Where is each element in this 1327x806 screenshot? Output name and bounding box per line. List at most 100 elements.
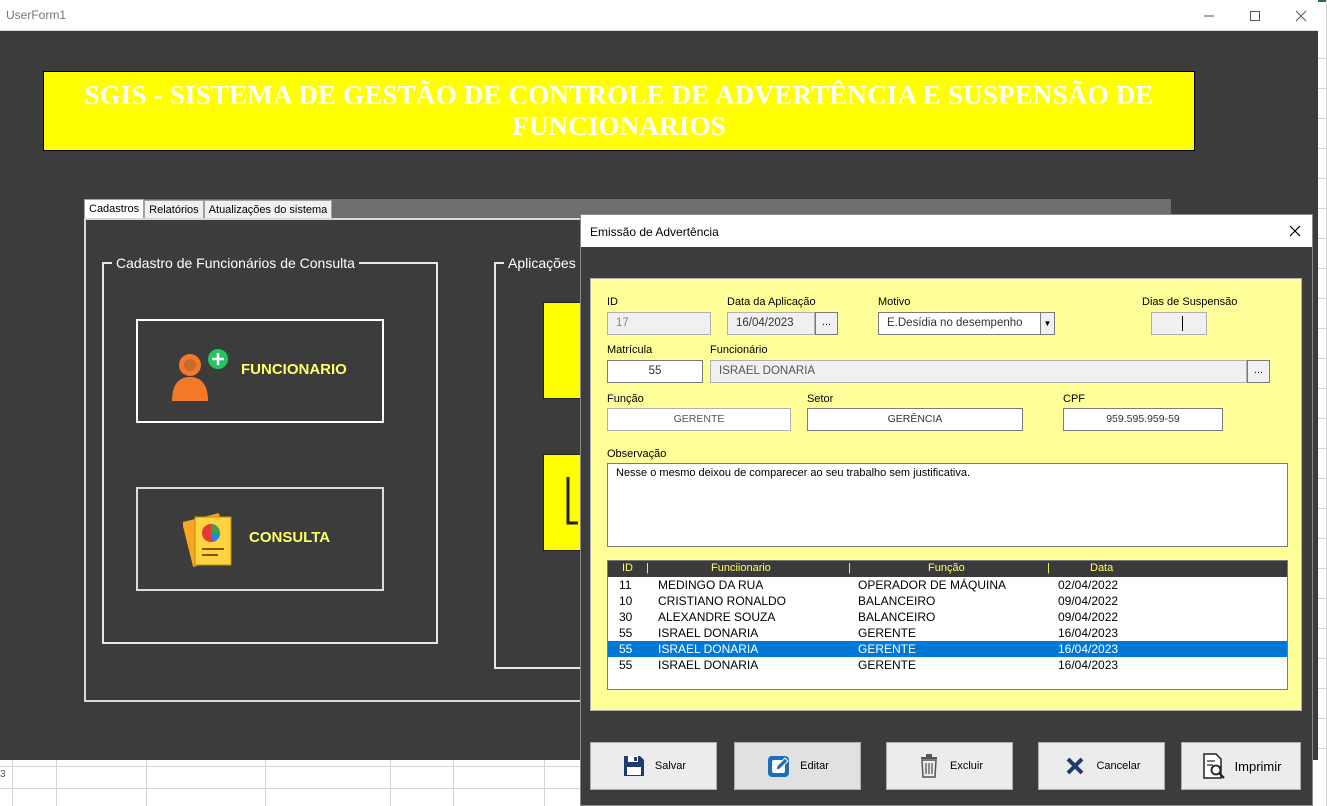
close-icon [1295, 10, 1307, 21]
list-cell-funcao: GERENTE [858, 642, 917, 656]
data-label: Data da Aplicação [727, 296, 816, 308]
list-cell-nome: ISRAEL DONARIA [658, 658, 759, 672]
save-icon [621, 753, 647, 779]
dias-field[interactable] [1151, 312, 1207, 335]
list-row[interactable]: 10 CRISTIANO RONALDO BALANCEIRO 09/04/2022 [608, 593, 1287, 609]
dialog-title: Emissão de Advertência [590, 225, 719, 239]
edit-icon [766, 753, 792, 779]
matricula-field[interactable]: 55 [607, 360, 703, 383]
trash-icon [916, 753, 942, 779]
col-data: Data [1090, 562, 1114, 574]
maximize-icon [1250, 10, 1260, 21]
chevron-down-icon[interactable]: ▼ [1040, 313, 1054, 334]
salvar-label: Salvar [654, 760, 687, 772]
employee-picker-button[interactable]: ... [1247, 360, 1270, 383]
list-cell-id: 55 [619, 642, 633, 656]
list-cell-nome: ALEXANDRE SOUZA [658, 610, 776, 624]
id-label: ID [607, 296, 618, 308]
list-cell-data: 09/04/2022 [1058, 610, 1119, 624]
date-picker-button[interactable]: ... [815, 312, 838, 335]
cancelar-button[interactable]: Cancelar [1038, 742, 1165, 790]
col-funcao: Função [928, 562, 965, 574]
funcionario-label: Funcionário [710, 344, 768, 356]
funcao-field[interactable]: GERENTE [607, 408, 791, 431]
close-button[interactable] [1278, 0, 1324, 31]
list-cell-nome: CRISTIANO RONALDO [658, 594, 787, 608]
list-cell-data: 16/04/2023 [1058, 658, 1119, 672]
list-cell-funcao: BALANCEIRO [858, 610, 936, 624]
list-cell-id: 55 [619, 626, 633, 640]
salvar-button[interactable]: Salvar [590, 742, 717, 790]
close-icon [1289, 225, 1301, 237]
app-banner: SGIS - SISTEMA DE GESTÃO DE CONTROLE DE … [43, 71, 1195, 151]
minimize-button[interactable] [1186, 0, 1232, 31]
advertencias-list[interactable]: ID | Funciionario | Função | Data 11 MEDI… [607, 560, 1288, 690]
col-id: ID [622, 562, 633, 574]
list-cell-nome: MEDINGO DA RUA [658, 578, 764, 592]
funcionario-button[interactable]: FUNCIONARIO [136, 319, 384, 423]
cancelar-label: Cancelar [1096, 760, 1141, 772]
imprimir-label: Imprimir [1234, 758, 1282, 774]
cpf-label: CPF [1063, 393, 1085, 405]
col-funcionario: Funciionario [711, 562, 771, 574]
list-row[interactable]: 55 ISRAEL DONARIA GERENTE 16/04/2023 [608, 641, 1287, 657]
list-cell-id: 30 [619, 610, 633, 624]
list-cell-nome: ISRAEL DONARIA [658, 642, 759, 656]
tab-bar: Cadastros Relatórios Atualizações do sis… [84, 199, 333, 219]
editar-button[interactable]: Editar [734, 742, 861, 790]
list-cell-data: 09/04/2022 [1058, 594, 1119, 608]
app-title: SGIS - SISTEMA DE GESTÃO DE CONTROLE DE … [84, 80, 1154, 141]
excluir-button[interactable]: Excluir [886, 742, 1013, 790]
funcionario-field[interactable]: ISRAEL DONARIA [710, 360, 1247, 383]
text-cursor [1182, 316, 1183, 331]
excluir-label: Excluir [949, 760, 983, 772]
setor-label: Setor [807, 393, 834, 405]
data-field[interactable]: 16/04/2023 [727, 312, 815, 335]
list-cell-data: 16/04/2023 [1058, 626, 1119, 640]
motivo-select[interactable]: E.Desídia no desempenho ▼ [878, 312, 1055, 335]
observacao-textarea[interactable]: Nesse o mesmo deixou de comparecer ao se… [607, 463, 1288, 547]
motivo-value: E.Desídia no desempenho [887, 317, 1023, 329]
setor-field[interactable]: GERÊNCIA [807, 408, 1023, 431]
list-cell-id: 55 [619, 658, 633, 672]
list-cell-nome: ISRAEL DONARIA [658, 626, 759, 640]
consulta-label: CONSULTA [249, 529, 331, 546]
list-cell-funcao: GERENTE [858, 626, 917, 640]
maximize-button[interactable] [1232, 0, 1278, 31]
id-field[interactable]: 17 [607, 312, 711, 335]
list-cell-funcao: BALANCEIRO [858, 594, 936, 608]
list-row[interactable]: 55 ISRAEL DONARIA GERENTE 16/04/2023 [608, 657, 1287, 673]
list-row[interactable]: 30 ALEXANDRE SOUZA BALANCEIRO 09/04/2022 [608, 609, 1287, 625]
list-row[interactable]: 11 MEDINGO DA RUA OPERADOR DE MÁQUINA 02/04… [608, 577, 1287, 593]
add-user-icon [168, 347, 232, 406]
userform-titlebar: UserForm1 [0, 0, 1318, 31]
excel-row-number: 3 [0, 769, 6, 780]
cancel-icon [1062, 753, 1088, 779]
matricula-label: Matrícula [607, 344, 653, 356]
imprimir-button[interactable]: Imprimir [1181, 742, 1301, 790]
tab-cadastros[interactable]: Cadastros [84, 199, 145, 219]
tab-atualizacoes[interactable]: Atualizações do sistema [203, 200, 333, 219]
funcao-label: Função [607, 393, 644, 405]
funcionario-label: FUNCIONARIO [241, 361, 347, 378]
form-area: ID 17 Data da Aplicação 16/04/2023 ... M… [590, 278, 1302, 711]
motivo-label: Motivo [878, 296, 911, 308]
minimize-icon [1204, 15, 1214, 16]
print-preview-icon [1201, 753, 1227, 779]
list-header: ID | Funciionario | Função | Data [608, 561, 1287, 577]
list-cell-data: 02/04/2022 [1058, 578, 1119, 592]
dias-label: Dias de Suspensão [1142, 296, 1238, 308]
advertencia-dialog: Emissão de Advertência ID 17 Data da Apl… [580, 214, 1313, 806]
cpf-field[interactable]: 959.595.959-59 [1063, 408, 1223, 431]
frame-aplicacoes-title: Aplicações d [504, 254, 592, 272]
dialog-titlebar: Emissão de Advertência [581, 215, 1312, 247]
dialog-close-button[interactable] [1278, 215, 1312, 247]
tab-relatorios[interactable]: Relatórios [144, 200, 204, 219]
report-icon [182, 511, 239, 572]
consulta-button[interactable]: CONSULTA [136, 487, 384, 591]
observacao-label: Observação [607, 448, 667, 460]
list-cell-funcao: GERENTE [858, 658, 917, 672]
window-title: UserForm1 [6, 8, 67, 22]
list-cell-data: 16/04/2023 [1058, 642, 1119, 656]
list-row[interactable]: 55 ISRAEL DONARIA GERENTE 16/04/2023 [608, 625, 1287, 641]
